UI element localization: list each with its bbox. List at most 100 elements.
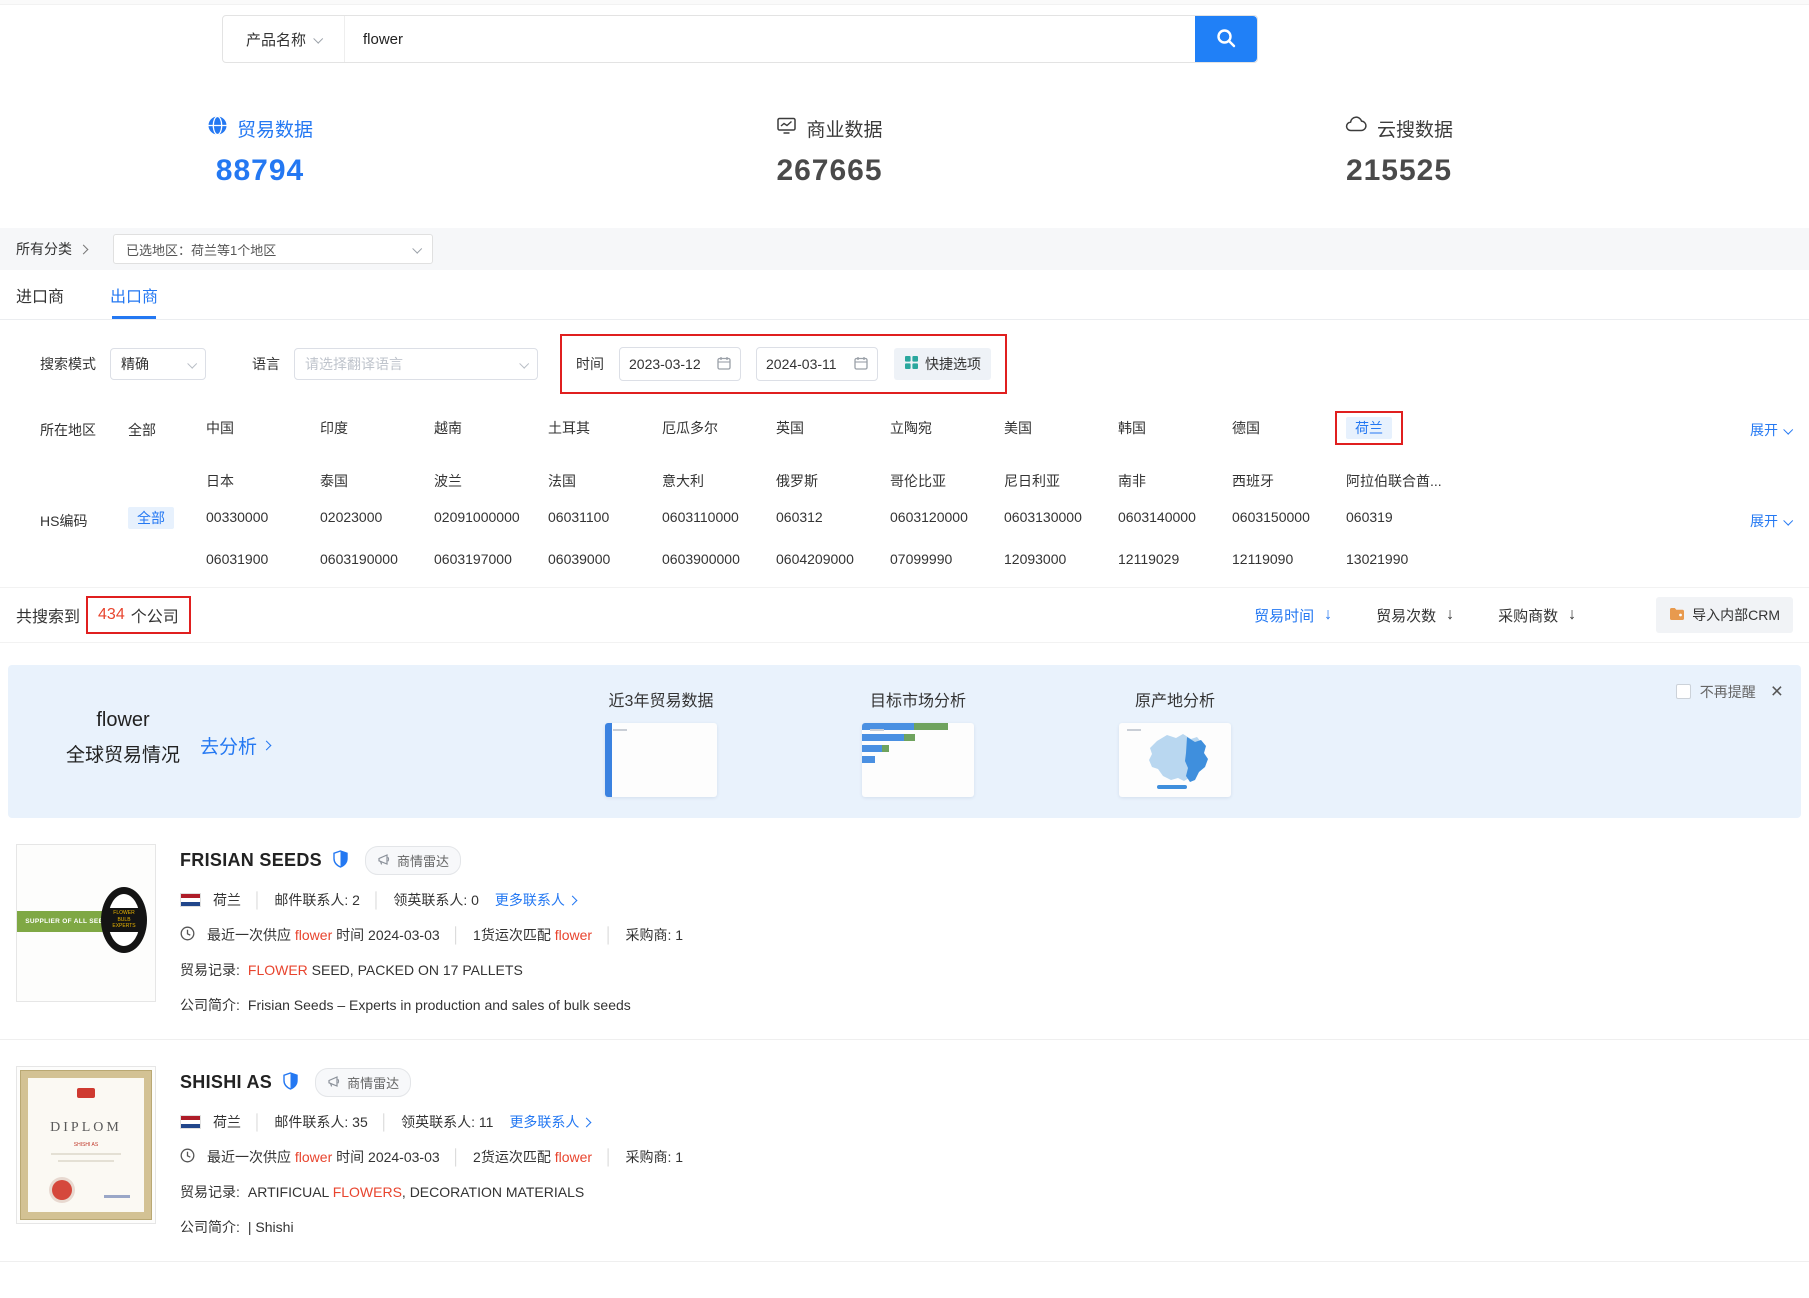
banner-card-trade-3y[interactable]: 近3年贸易数据 <box>596 687 726 797</box>
linkedin-contacts: 领英联系人: 11 <box>401 1112 493 1132</box>
company-name[interactable]: SHISHI AS <box>180 1072 272 1093</box>
hs-filter-row: HS编码 全部 00330000020230000209100000006031… <box>0 509 1809 567</box>
hs-option[interactable]: 12119090 <box>1232 551 1346 567</box>
region-option[interactable]: 越南 <box>434 418 548 445</box>
hs-option[interactable]: 0603150000 <box>1232 509 1346 525</box>
stat-trade-data[interactable]: 贸易数据 88794 <box>170 115 350 188</box>
region-option[interactable]: 印度 <box>320 418 434 445</box>
date-to-input[interactable]: 2024-03-11 <box>756 347 878 381</box>
hs-option[interactable]: 13021990 <box>1346 551 1460 567</box>
region-option[interactable]: 西班牙 <box>1232 471 1346 491</box>
region-option[interactable]: 美国 <box>1004 418 1118 445</box>
hs-option[interactable]: 12093000 <box>1004 551 1118 567</box>
region-option[interactable]: 波兰 <box>434 471 548 491</box>
hs-option[interactable]: 060319 <box>1346 509 1460 525</box>
tab-exporter[interactable]: 出口商 <box>110 270 158 319</box>
region-option[interactable]: 尼日利亚 <box>1004 471 1118 491</box>
megaphone-icon <box>327 1075 341 1091</box>
region-option[interactable]: 立陶宛 <box>890 418 1004 445</box>
search-input[interactable] <box>345 16 1195 62</box>
region-option-all[interactable]: 全部 <box>128 418 206 440</box>
import-crm-button[interactable]: 导入内部CRM <box>1656 597 1793 633</box>
hs-option[interactable]: 00330000 <box>206 509 320 525</box>
results-count-suffix: 个公司 <box>131 603 179 627</box>
hs-option[interactable]: 12119029 <box>1118 551 1232 567</box>
stat-business-data[interactable]: 商业数据 267665 <box>740 115 920 188</box>
company-name[interactable]: FRISIAN SEEDS <box>180 850 322 871</box>
breadcrumb-all-categories[interactable]: 所有分类 <box>16 239 87 259</box>
certificate-title: DIPLOM <box>28 1120 144 1136</box>
hs-option[interactable]: 02091000000 <box>434 509 548 525</box>
region-option[interactable]: 厄瓜多尔 <box>662 418 776 445</box>
certificate-graphic: DIPLOM SHISHI AS <box>21 1071 151 1219</box>
company-logo[interactable]: DIPLOM SHISHI AS <box>16 1066 156 1224</box>
quick-options-button[interactable]: 快捷选项 <box>894 348 991 380</box>
company-meta-row: 荷兰 │ 邮件联系人: 2 │ 领英联系人: 0 更多联系人 <box>180 890 1793 910</box>
search-category-select[interactable]: 产品名称 <box>223 16 345 62</box>
shield-icon <box>283 1072 298 1093</box>
banner-card-origin[interactable]: 原产地分析 <box>1110 687 1240 797</box>
region-option-selected[interactable]: 荷兰 <box>1346 417 1392 439</box>
banner-card-title: 原产地分析 <box>1110 687 1240 711</box>
region-option[interactable]: 泰国 <box>320 471 434 491</box>
hs-option[interactable]: 060312 <box>776 509 890 525</box>
region-option[interactable]: 德国 <box>1232 418 1346 445</box>
region-option[interactable]: 哥伦比亚 <box>890 471 1004 491</box>
hs-option[interactable]: 0603900000 <box>662 551 776 567</box>
stat-label: 贸易数据 <box>237 115 313 142</box>
region-option[interactable]: 土耳其 <box>548 418 662 445</box>
close-icon[interactable]: × <box>1771 681 1783 702</box>
selected-region-dropdown[interactable]: 已选地区：荷兰等1个地区 <box>113 234 433 264</box>
region-option[interactable]: 日本 <box>206 471 320 491</box>
page: 产品名称 贸易数据 88794 <box>0 0 1809 1298</box>
hs-option[interactable]: 0603110000 <box>662 509 776 525</box>
hs-option[interactable]: 02023000 <box>320 509 434 525</box>
region-option[interactable]: 英国 <box>776 418 890 445</box>
search-row: 产品名称 <box>0 5 1809 63</box>
search-category-label: 产品名称 <box>246 29 306 50</box>
date-from-input[interactable]: 2023-03-12 <box>619 347 741 381</box>
hs-option[interactable]: 0603120000 <box>890 509 1004 525</box>
region-option[interactable]: 韩国 <box>1118 418 1232 445</box>
sort-trade-time[interactable]: 贸易时间 ↓ <box>1254 605 1332 626</box>
hs-option[interactable]: 06039000 <box>548 551 662 567</box>
analyze-link[interactable]: 去分析 <box>200 732 270 759</box>
hs-option[interactable]: 0603130000 <box>1004 509 1118 525</box>
region-option[interactable]: 阿拉伯联合酋... <box>1346 471 1460 491</box>
banner-keyword: flower <box>66 709 180 732</box>
hs-option[interactable]: 0603197000 <box>434 551 548 567</box>
hs-option[interactable]: 06031100 <box>548 509 662 525</box>
radar-badge[interactable]: 商情雷达 <box>365 846 461 875</box>
chevron-down-icon <box>1783 424 1793 434</box>
hs-option[interactable]: 0603140000 <box>1118 509 1232 525</box>
dismiss-checkbox[interactable] <box>1676 684 1691 699</box>
hs-expand-link[interactable]: 展开 <box>1750 511 1791 531</box>
banner-card-target-market[interactable]: 目标市场分析 <box>853 687 983 797</box>
radar-badge[interactable]: 商情雷达 <box>315 1068 411 1097</box>
region-option[interactable]: 法国 <box>548 471 662 491</box>
region-option[interactable]: 意大利 <box>662 471 776 491</box>
search-button[interactable] <box>1195 16 1257 62</box>
region-option[interactable]: 中国 <box>206 418 320 445</box>
region-expand-link[interactable]: 展开 <box>1750 420 1791 440</box>
time-label: 时间 <box>576 354 604 374</box>
sort-buyer-count[interactable]: 采购商数 ↓ <box>1498 605 1576 626</box>
more-contacts-link[interactable]: 更多联系人 <box>495 890 576 910</box>
sort-trade-count[interactable]: 贸易次数 ↓ <box>1376 605 1454 626</box>
hs-option[interactable]: 06031900 <box>206 551 320 567</box>
stat-cloud-search-data[interactable]: 云搜数据 215525 <box>1309 115 1489 188</box>
results-count-number: 434 <box>98 606 125 624</box>
tab-importer[interactable]: 进口商 <box>16 270 64 319</box>
company-logo[interactable]: SUPPLIER OF ALL SEEDS FLOWER BULB EXPERT… <box>16 844 156 1002</box>
region-option[interactable]: 俄罗斯 <box>776 471 890 491</box>
search-mode-select[interactable]: 精确 <box>110 348 206 380</box>
results-prefix: 共搜索到 <box>16 603 80 627</box>
hs-option[interactable]: 0603190000 <box>320 551 434 567</box>
more-contacts-link[interactable]: 更多联系人 <box>509 1112 590 1132</box>
hs-option[interactable]: 0604209000 <box>776 551 890 567</box>
banner-subtitle: 全球贸易情况 <box>66 740 180 767</box>
hs-option-all[interactable]: 全部 <box>128 507 174 529</box>
region-option[interactable]: 南非 <box>1118 471 1232 491</box>
hs-option[interactable]: 07099990 <box>890 551 1004 567</box>
language-select[interactable]: 请选择翻译语言 <box>294 348 538 380</box>
